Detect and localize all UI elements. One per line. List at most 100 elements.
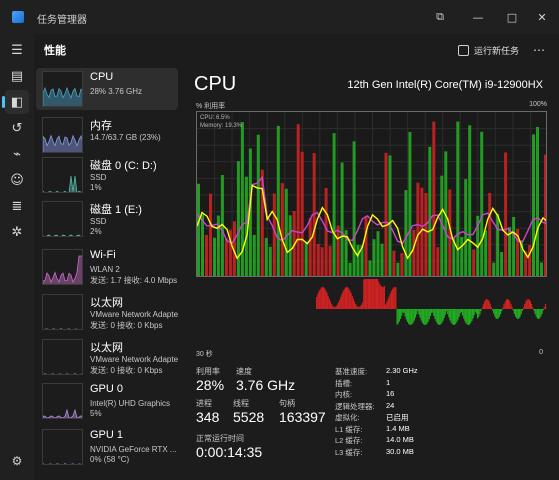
close-button[interactable]: ✕: [523, 0, 559, 34]
run-new-task-button[interactable]: 运行新任务: [458, 41, 519, 59]
performance-sidebar: CPU 28% 3.76 GHz 内存 14.7/63.7 GB (23%) 磁盘 0 …: [34, 66, 182, 480]
legend-cpu: CPU: 6.5%: [200, 115, 230, 121]
spec-label: 内核:: [335, 390, 353, 399]
sidebar-item-name: GPU 0: [90, 383, 124, 395]
sidebar-item-5[interactable]: 以太网 VMware Network Adapter 发送: 0 接收: 0 Kbp…: [36, 291, 178, 333]
sidebar-item-detail-2: 2%: [90, 227, 102, 236]
utilization-label: 利用率: [196, 367, 220, 376]
delta-graph-canvas: [316, 279, 547, 325]
task-manager-app-icon: [12, 11, 24, 23]
sidebar-item-detail: NVIDIA GeForce RTX ...: [90, 445, 177, 454]
sidebar-item-detail: SSD: [90, 173, 107, 182]
spec-value: 14.0 MB: [386, 435, 414, 444]
sidebar-item-name: 磁盘 1 (E:): [90, 204, 142, 216]
sidebar-item-4[interactable]: Wi-Fi WLAN 2 发送: 1.7 接收: 4.0 Mbps: [36, 246, 178, 288]
details-icon[interactable]: ≣: [5, 194, 29, 218]
sidebar-item-name: 内存: [90, 120, 112, 132]
spec-value: 30.0 MB: [386, 446, 414, 456]
sidebar-item-2[interactable]: 磁盘 0 (C: D:) SSD 1%: [36, 154, 178, 196]
run-new-task-label: 运行新任务: [474, 45, 520, 56]
threads-value: 5528: [233, 409, 265, 425]
cpu-model-name: 12th Gen Intel(R) Core(TM) i9-12900HX: [347, 79, 543, 91]
performance-icon[interactable]: ◧: [2, 90, 29, 114]
sidebar-item-name: 以太网: [90, 297, 123, 309]
thumbnail-sparkline: [43, 134, 82, 152]
spec-label: 逻辑处理器:: [335, 401, 375, 411]
sidebar-item-1[interactable]: 内存 14.7/63.7 GB (23%): [36, 114, 178, 156]
thumbnail-sparkline: [43, 408, 82, 418]
sidebar-thumbnail-graph: [42, 429, 83, 465]
sidebar-item-detail: SSD: [90, 217, 107, 226]
spec-value: 1.4 MB: [386, 423, 410, 433]
time-span-label: 30 秒: [196, 351, 213, 358]
sidebar-item-6[interactable]: 以太网 VMware Network Adapter 发送: 0 接收: 0 Kbp…: [36, 336, 178, 378]
legend-memory: Memory: 19.3%: [200, 123, 243, 129]
sidebar-item-detail-2: 发送: 0 接收: 0 Kbps: [90, 321, 163, 330]
sidebar-item-detail-2: 发送: 1.7 接收: 4.0 Mbps: [90, 276, 178, 285]
title-bar: 任务管理器 ⧉ — □ ✕: [0, 0, 559, 34]
spec-value: 1: [386, 377, 391, 387]
utilization-axis-label: % 利用率: [196, 103, 226, 110]
left-navigation: ☰ ▤ ◧ ↺ ⌁ ☺ ≣ ✲ ⚙: [0, 34, 34, 480]
handles-label: 句柄: [279, 399, 295, 408]
sidebar-item-detail: VMware Network Adapter: [90, 310, 178, 319]
more-options-button[interactable]: ⋯: [528, 39, 550, 61]
spec-label: L2 缓存:: [335, 436, 363, 445]
thumbnail-sparkline: [43, 373, 82, 374]
time-zero-label: 0: [539, 349, 543, 356]
app-title: 任务管理器: [37, 15, 87, 26]
sidebar-item-detail-2: 5%: [90, 409, 102, 418]
thumbnail-sparkline: [43, 255, 82, 284]
sidebar-item-7[interactable]: GPU 0 Intel(R) UHD Graphics 5%: [36, 380, 178, 422]
uptime-label: 正常运行时间: [196, 434, 244, 443]
sidebar-item-detail-2: 1%: [90, 183, 102, 192]
sidebar-item-8[interactable]: GPU 1 NVIDIA GeForce RTX ... 0% (58 °C): [36, 426, 178, 468]
spec-label: 虚拟化:: [335, 413, 360, 422]
spec-value: 已启用: [386, 413, 409, 422]
sidebar-thumbnail-graph: [42, 71, 83, 107]
thumbnail-sparkline: [43, 86, 82, 106]
sidebar-thumbnail-graph: [42, 339, 83, 375]
users-icon[interactable]: ☺: [5, 168, 29, 192]
spec-label: 基准速度:: [335, 367, 368, 376]
sidebar-thumbnail-graph: [42, 383, 83, 419]
sidebar-thumbnail-graph: [42, 117, 83, 153]
graph-legend: CPU: 6.5% Memory: 19.3%: [200, 114, 242, 130]
minimize-button[interactable]: —: [459, 0, 497, 34]
processes-value: 348: [196, 409, 220, 425]
sidebar-item-name: GPU 1: [90, 429, 124, 441]
page-title: 性能: [44, 45, 66, 57]
new-task-icon: [458, 44, 469, 56]
hamburger-icon[interactable]: ☰: [5, 38, 29, 62]
handles-value: 163397: [279, 409, 326, 425]
sidebar-item-0[interactable]: CPU 28% 3.76 GHz: [36, 68, 178, 110]
spec-value: 16: [386, 389, 395, 398]
sidebar-thumbnail-graph: [42, 294, 83, 330]
compact-mode-button[interactable]: ⧉: [421, 0, 459, 34]
spec-value: 24: [386, 400, 395, 410]
services-icon[interactable]: ✲: [5, 220, 29, 244]
cpu-detail-panel: CPU 12th Gen Intel(R) Core(TM) i9-12900H…: [186, 66, 559, 480]
sidebar-thumbnail-graph: [42, 201, 83, 237]
startup-icon[interactable]: ⌁: [5, 142, 29, 166]
sidebar-item-name: 磁盘 0 (C: D:): [90, 160, 157, 172]
sidebar-thumbnail-graph: [42, 157, 83, 193]
sidebar-item-3[interactable]: 磁盘 1 (E:) SSD 2%: [36, 198, 178, 240]
max-percent-label: 100%: [529, 101, 547, 108]
cpu-utilization-graph: CPU: 6.5% Memory: 19.3%: [196, 111, 547, 277]
sidebar-item-name: Wi-Fi: [90, 249, 116, 261]
threads-label: 线程: [233, 399, 249, 408]
utilization-value: 28%: [196, 377, 225, 393]
processes-icon[interactable]: ▤: [5, 64, 29, 88]
sidebar-item-detail: VMware Network Adapter: [90, 355, 178, 364]
speed-label: 速度: [236, 367, 252, 376]
sidebar-item-name: CPU: [90, 71, 114, 83]
spec-label: 插槽:: [335, 378, 353, 388]
settings-gear-icon[interactable]: ⚙: [0, 454, 34, 468]
cpu-heading: CPU: [194, 73, 237, 95]
thumbnail-sparkline: [43, 463, 82, 464]
sidebar-item-detail-2: 发送: 0 接收: 0 Kbps: [90, 366, 163, 375]
history-icon[interactable]: ↺: [5, 116, 29, 140]
speed-value: 3.76 GHz: [236, 377, 296, 393]
cpu-delta-graph: [196, 279, 547, 344]
